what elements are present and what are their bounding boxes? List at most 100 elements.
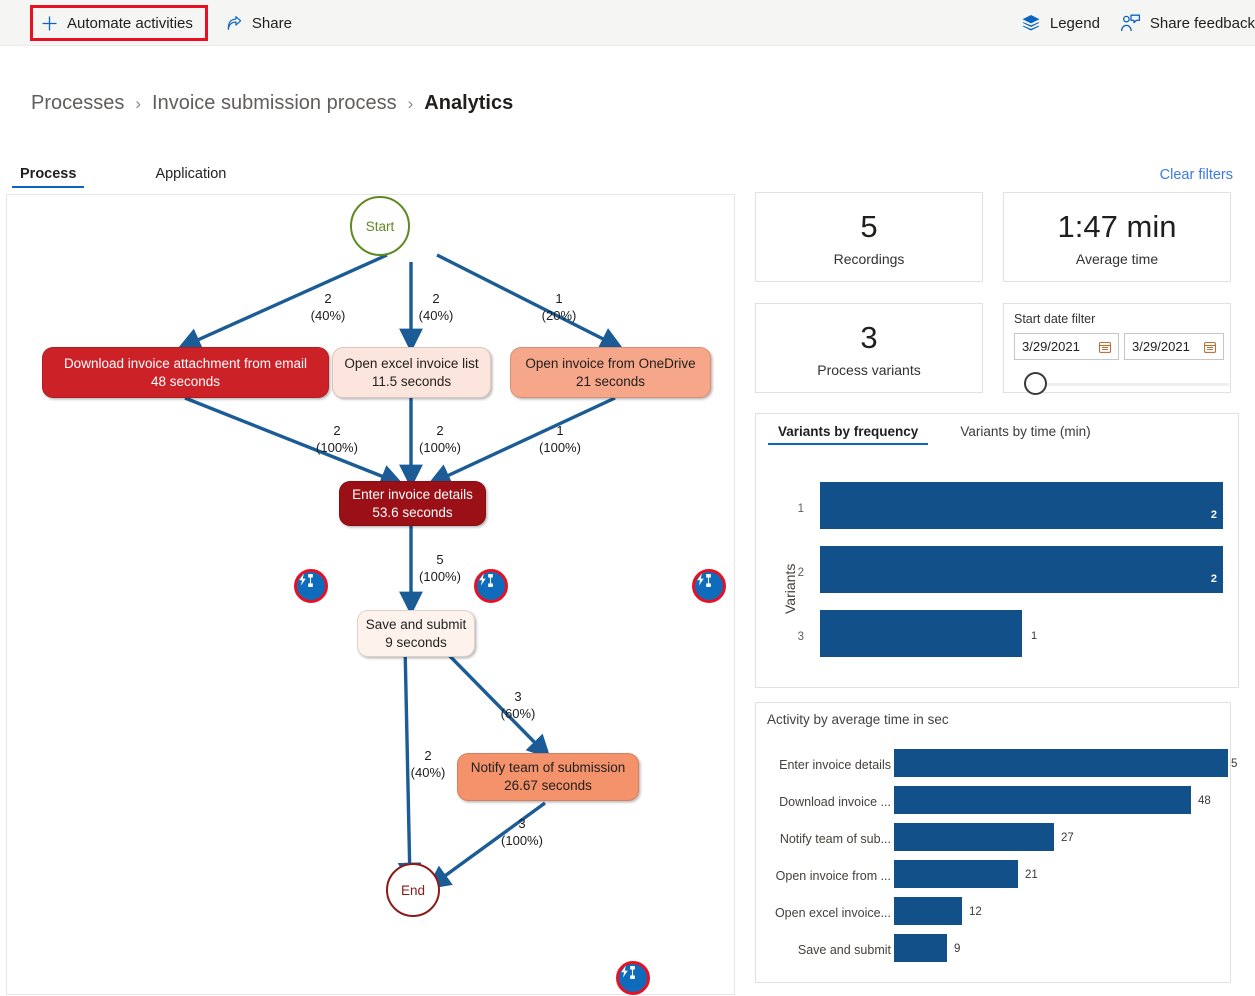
automation-badge[interactable] bbox=[616, 961, 650, 995]
tab-process[interactable]: Process bbox=[8, 166, 88, 188]
variants-tick-label: 1 bbox=[786, 503, 804, 515]
tab-application[interactable]: Application bbox=[143, 166, 238, 188]
variants-bar-row[interactable]: 2 bbox=[820, 546, 1223, 593]
clear-filters-link[interactable]: Clear filters bbox=[1160, 167, 1233, 183]
person-feedback-icon bbox=[1120, 14, 1141, 33]
legend-label: Legend bbox=[1050, 15, 1100, 32]
activity-bar[interactable] bbox=[894, 860, 1018, 888]
share-button[interactable]: Share bbox=[216, 6, 302, 40]
activity-category-label: Save and submit bbox=[766, 943, 891, 957]
kpi-value: 3 bbox=[860, 319, 877, 357]
process-node-save-and-submit[interactable]: Save and submit 9 seconds bbox=[357, 610, 475, 657]
breadcrumb-item-invoice-submission-process[interactable]: Invoice submission process bbox=[152, 92, 397, 115]
automation-badge[interactable] bbox=[294, 569, 328, 603]
node-label: Open invoice from OneDrive bbox=[525, 355, 695, 373]
process-node-notify-team-of-submission[interactable]: Notify team of submission 26.67 seconds bbox=[457, 753, 639, 801]
automate-activities-label: Automate activities bbox=[67, 15, 193, 32]
power-automate-flow-icon bbox=[477, 572, 495, 590]
start-date-slider[interactable] bbox=[1024, 372, 1229, 396]
start-date-filter-title: Start date filter bbox=[1014, 312, 1095, 326]
start-date-to-input[interactable]: 3/29/2021 bbox=[1124, 333, 1224, 360]
activity-bar-value: 5 bbox=[1231, 758, 1237, 770]
automation-badge[interactable] bbox=[474, 569, 508, 603]
activity-bar-value: 21 bbox=[1025, 869, 1038, 881]
command-bar-left-group: Automate activities Share bbox=[30, 0, 302, 46]
process-map-canvas[interactable]: Start Download invoice attachment from e… bbox=[6, 194, 735, 995]
share-icon bbox=[226, 15, 243, 32]
breadcrumb-separator-icon: › bbox=[135, 94, 141, 114]
variants-bar-row[interactable]: 1 bbox=[820, 610, 1223, 657]
process-map-edges bbox=[7, 195, 736, 996]
variants-chart-tabs: Variants by frequency Variants by time (… bbox=[768, 424, 1101, 445]
kpi-card-process-variants: 3 Process variants bbox=[755, 303, 983, 393]
node-label: Save and submit bbox=[366, 616, 467, 634]
edge-label: 3(100%) bbox=[495, 815, 549, 849]
activity-bar[interactable] bbox=[894, 786, 1191, 814]
edge-label: 2(100%) bbox=[413, 422, 467, 456]
variants-bar-value: 1 bbox=[1031, 630, 1037, 642]
variants-bar[interactable] bbox=[820, 482, 1223, 529]
share-feedback-button[interactable]: Share feedback bbox=[1110, 6, 1255, 40]
variants-bar-value: 2 bbox=[1211, 509, 1217, 521]
breadcrumb: Processes › Invoice submission process ›… bbox=[31, 92, 513, 115]
tab-variants-by-time[interactable]: Variants by time (min) bbox=[950, 424, 1100, 445]
power-automate-flow-icon bbox=[695, 572, 713, 590]
share-label: Share bbox=[252, 15, 292, 32]
node-label: Open excel invoice list bbox=[344, 355, 478, 373]
start-date-from-input[interactable]: 3/29/2021 bbox=[1014, 333, 1119, 360]
process-node-start-label: Start bbox=[366, 219, 395, 234]
edge-label: 1(100%) bbox=[533, 422, 587, 456]
edge-label: 2(40%) bbox=[413, 290, 459, 324]
edge-label: 5(100%) bbox=[413, 551, 467, 585]
process-node-open-excel-invoice-list[interactable]: Open excel invoice list 11.5 seconds bbox=[332, 347, 491, 398]
calendar-icon[interactable] bbox=[1099, 341, 1111, 353]
edge-label: 2(40%) bbox=[305, 290, 351, 324]
kpi-label: Recordings bbox=[834, 251, 905, 267]
variants-bar-row[interactable]: 2 bbox=[820, 482, 1223, 529]
edge-label: 2(40%) bbox=[401, 747, 455, 781]
activity-bar[interactable] bbox=[894, 749, 1228, 777]
automation-badge[interactable] bbox=[692, 569, 726, 603]
breadcrumb-item-processes[interactable]: Processes bbox=[31, 92, 124, 115]
activity-category-label: Notify team of sub... bbox=[766, 832, 891, 846]
edge-label: 2(100%) bbox=[310, 422, 364, 456]
activity-bar[interactable] bbox=[894, 823, 1054, 851]
activity-chart-card: Activity by average time in sec Enter in… bbox=[755, 702, 1231, 983]
power-automate-flow-icon bbox=[619, 964, 637, 982]
variants-tick-label: 2 bbox=[786, 567, 804, 579]
calendar-icon[interactable] bbox=[1204, 341, 1216, 353]
variants-bar-value: 2 bbox=[1211, 573, 1217, 585]
kpi-label: Average time bbox=[1076, 251, 1158, 267]
tab-variants-by-frequency[interactable]: Variants by frequency bbox=[768, 424, 928, 445]
share-feedback-label: Share feedback bbox=[1150, 15, 1255, 32]
activity-bar[interactable] bbox=[894, 934, 947, 962]
activity-bar-value: 12 bbox=[969, 906, 982, 918]
legend-button[interactable]: Legend bbox=[1011, 6, 1110, 40]
process-node-open-invoice-from-onedrive[interactable]: Open invoice from OneDrive 21 seconds bbox=[510, 347, 711, 398]
activity-bar[interactable] bbox=[894, 897, 962, 925]
process-node-enter-invoice-details[interactable]: Enter invoice details 53.6 seconds bbox=[339, 481, 486, 526]
variants-bar[interactable] bbox=[820, 546, 1223, 593]
node-duration: 48 seconds bbox=[151, 373, 220, 391]
automate-activities-button[interactable]: Automate activities bbox=[30, 5, 208, 41]
edge-label: 3(60%) bbox=[491, 688, 545, 722]
command-bar-right-group: Legend Share feedback bbox=[1011, 0, 1255, 46]
variants-chart-card: Variants by frequency Variants by time (… bbox=[755, 413, 1239, 688]
start-date-from-value: 3/29/2021 bbox=[1022, 339, 1080, 354]
node-duration: 26.67 seconds bbox=[504, 777, 592, 795]
slider-track[interactable] bbox=[1036, 383, 1229, 386]
variants-tick-label: 3 bbox=[786, 631, 804, 643]
node-duration: 53.6 seconds bbox=[372, 504, 452, 522]
variants-bar[interactable] bbox=[820, 610, 1022, 657]
process-node-start[interactable]: Start bbox=[350, 196, 410, 256]
power-automate-flow-icon bbox=[297, 572, 315, 590]
slider-thumb[interactable] bbox=[1024, 372, 1047, 395]
activity-bar-value: 9 bbox=[954, 943, 960, 955]
activity-category-label: Open invoice from ... bbox=[766, 869, 891, 883]
node-duration: 21 seconds bbox=[576, 373, 645, 391]
node-label: Notify team of submission bbox=[471, 759, 626, 777]
process-node-end[interactable]: End bbox=[386, 863, 440, 917]
process-node-download-invoice-attachment-from-email[interactable]: Download invoice attachment from email 4… bbox=[42, 347, 329, 398]
edge-label: 1(20%) bbox=[536, 290, 582, 324]
kpi-value: 5 bbox=[860, 208, 877, 246]
